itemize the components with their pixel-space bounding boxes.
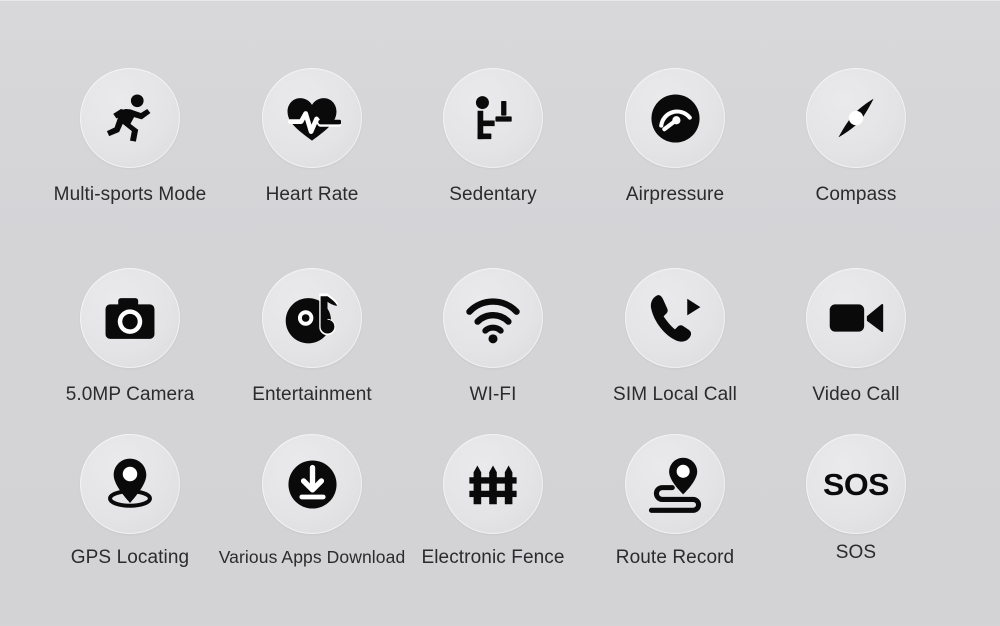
running-person-icon — [106, 94, 151, 142]
feature-label: GPS Locating — [70, 547, 190, 568]
feature-label: Electronic Fence — [421, 547, 565, 568]
feature-label: Airpressure — [625, 184, 725, 205]
feature-item-video-call[interactable]: Video Call — [756, 268, 956, 406]
feature-item-wifi[interactable]: WI-FI — [393, 268, 593, 406]
feature-item-camera[interactable]: 5.0MP Camera — [30, 268, 230, 406]
feature-icon-badge[interactable] — [443, 268, 543, 368]
feature-item-airpressure[interactable]: Airpressure — [575, 68, 775, 206]
compass-needle-icon — [838, 98, 874, 138]
feature-label: Compass — [815, 184, 897, 205]
download-circle-icon — [287, 459, 337, 509]
feature-label: 5.0MP Camera — [65, 384, 195, 405]
feature-grid-page: Multi-sports Mode Heart Rate Sedentary A… — [0, 0, 1000, 625]
feature-icon-badge[interactable] — [443, 434, 543, 534]
feature-icon-badge[interactable] — [262, 434, 362, 534]
feature-label: SIM Local Call — [613, 384, 737, 405]
feature-item-apps-download[interactable]: Various Apps Download — [212, 434, 412, 567]
feature-item-gps-locating[interactable]: GPS Locating — [30, 434, 230, 569]
camera-icon — [105, 298, 155, 339]
feature-icon-badge[interactable] — [262, 268, 362, 368]
feature-item-sos[interactable]: SOS SOS — [756, 434, 956, 564]
video-camera-icon — [829, 304, 884, 333]
feature-label: Sedentary — [449, 184, 537, 205]
feature-label: Route Record — [615, 547, 735, 568]
feature-label: Multi-sports Mode — [53, 184, 207, 205]
fence-icon — [469, 465, 517, 505]
feature-label: Heart Rate — [265, 184, 359, 205]
feature-label: Entertainment — [252, 384, 372, 405]
feature-label: SOS — [835, 542, 877, 563]
feature-icon-badge[interactable] — [806, 268, 906, 368]
feature-label: Video Call — [812, 384, 900, 405]
feature-label: Various Apps Download — [218, 547, 406, 567]
heart-pulse-icon — [287, 98, 341, 141]
feature-item-heart-rate[interactable]: Heart Rate — [212, 68, 412, 206]
feature-icon-badge[interactable] — [625, 434, 725, 534]
feature-icon-badge[interactable] — [625, 268, 725, 368]
feature-item-sedentary[interactable]: Sedentary — [393, 68, 593, 206]
feature-item-electronic-fence[interactable]: Electronic Fence — [393, 434, 593, 569]
sos-text-icon: SOS — [823, 466, 889, 502]
feature-icon-badge[interactable] — [80, 268, 180, 368]
wifi-icon — [466, 298, 520, 344]
feature-item-route-record[interactable]: Route Record — [575, 434, 775, 569]
phone-call-icon — [650, 295, 701, 342]
route-pin-path-icon — [648, 457, 702, 513]
sitting-person-desk-icon — [475, 96, 512, 140]
feature-label: WI-FI — [469, 384, 517, 405]
feature-icon-badge[interactable] — [625, 68, 725, 168]
feature-icon-badge[interactable] — [262, 68, 362, 168]
feature-grid: Multi-sports Mode Heart Rate Sedentary A… — [0, 1, 1000, 626]
feature-item-multi-sports-mode[interactable]: Multi-sports Mode — [30, 68, 230, 206]
map-pin-locate-icon — [108, 458, 152, 508]
feature-icon-badge[interactable] — [443, 68, 543, 168]
barometer-gauge-icon — [650, 93, 700, 143]
feature-icon-badge[interactable] — [80, 68, 180, 168]
feature-item-compass[interactable]: Compass — [756, 68, 956, 206]
feature-icon-badge[interactable]: SOS — [806, 434, 906, 534]
feature-icon-badge[interactable] — [806, 68, 906, 168]
feature-item-entertainment[interactable]: Entertainment — [212, 268, 412, 406]
feature-item-sim-local-call[interactable]: SIM Local Call — [575, 268, 775, 406]
disc-music-note-icon — [285, 293, 339, 344]
feature-icon-badge[interactable] — [80, 434, 180, 534]
